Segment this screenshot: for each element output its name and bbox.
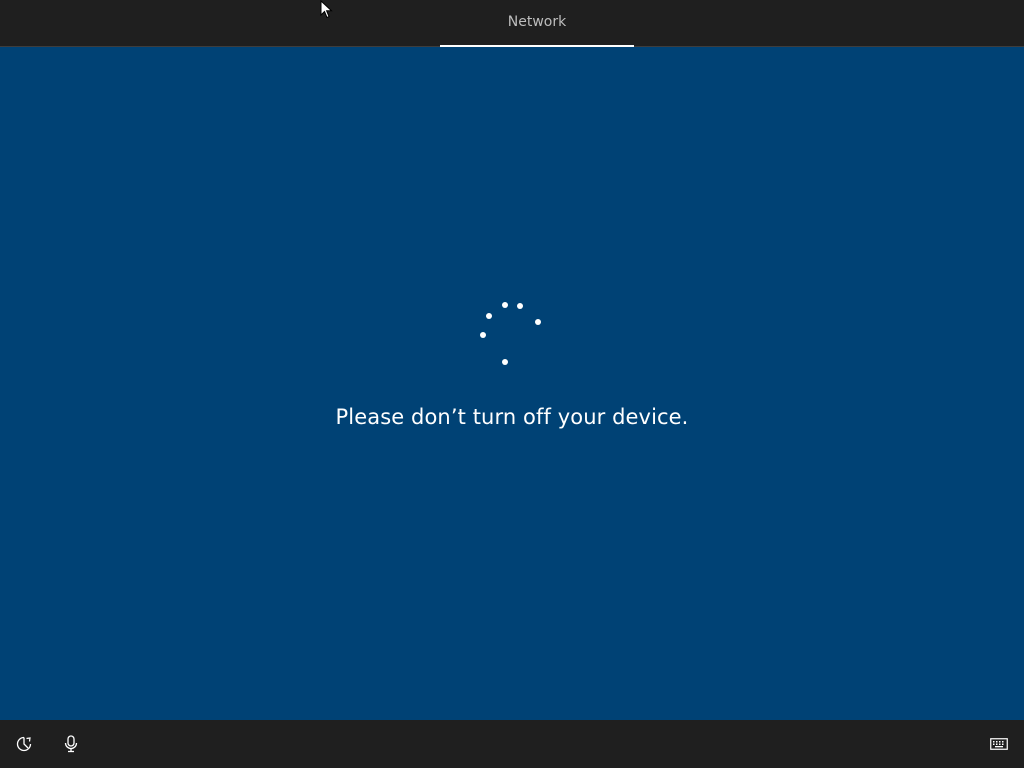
mouse-cursor-icon	[320, 0, 333, 19]
tab-network[interactable]: Network	[440, 0, 634, 47]
status-message: Please don’t turn off your device.	[335, 405, 689, 429]
keyboard-icon	[990, 738, 1008, 750]
main-content	[0, 47, 1024, 720]
on-screen-keyboard-button[interactable]	[987, 732, 1011, 756]
microphone-button[interactable]	[59, 732, 83, 756]
microphone-icon	[64, 735, 78, 753]
tab-network-label: Network	[507, 13, 567, 30]
top-bar: Network	[0, 0, 1024, 47]
bottom-bar	[0, 720, 1024, 768]
ease-of-access-icon	[16, 736, 32, 752]
ease-of-access-button[interactable]	[12, 732, 36, 756]
